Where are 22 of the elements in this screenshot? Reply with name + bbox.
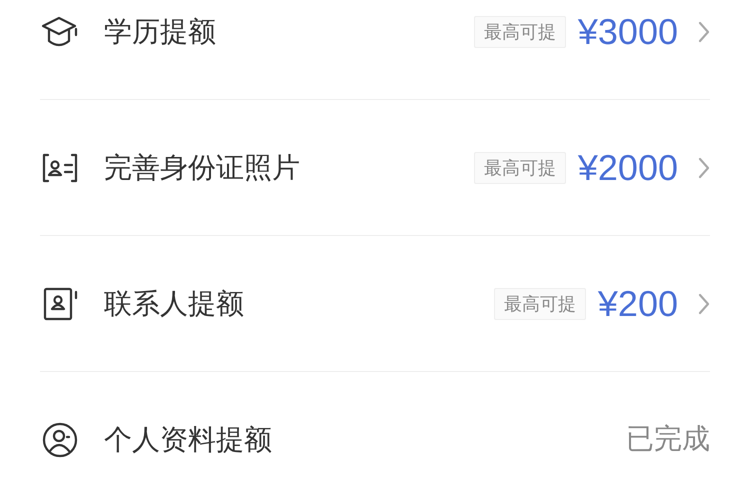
chevron-right-icon [698, 156, 710, 178]
chevron-right-icon [698, 292, 710, 314]
contact-card-icon [42, 286, 78, 322]
amount-text: ¥200 [598, 286, 678, 322]
list-item[interactable]: 完善身份证照片 最高可提 ¥2000 [40, 150, 710, 186]
item-label: 完善身份证照片 [104, 154, 300, 182]
item-label: 学历提额 [104, 18, 216, 46]
list-item[interactable]: 学历提额 最高可提 ¥3000 [40, 14, 710, 50]
limit-badge: 最高可提 [474, 16, 566, 48]
list-item[interactable]: 联系人提额 最高可提 ¥200 [40, 286, 710, 322]
list-item[interactable]: 个人资料提额 已完成 [40, 421, 710, 459]
status-text: 已完成 [626, 422, 710, 454]
limit-badge: 最高可提 [474, 152, 566, 184]
item-label: 联系人提额 [104, 290, 244, 318]
chevron-right-icon [698, 20, 710, 42]
id-scan-icon [41, 152, 79, 182]
amount-text: ¥3000 [578, 14, 678, 50]
user-circle-icon [41, 421, 79, 459]
limit-badge: 最高可提 [494, 288, 586, 320]
item-label: 个人资料提额 [104, 426, 272, 454]
amount-text: ¥2000 [578, 150, 678, 186]
graduation-cap-icon [41, 14, 79, 48]
